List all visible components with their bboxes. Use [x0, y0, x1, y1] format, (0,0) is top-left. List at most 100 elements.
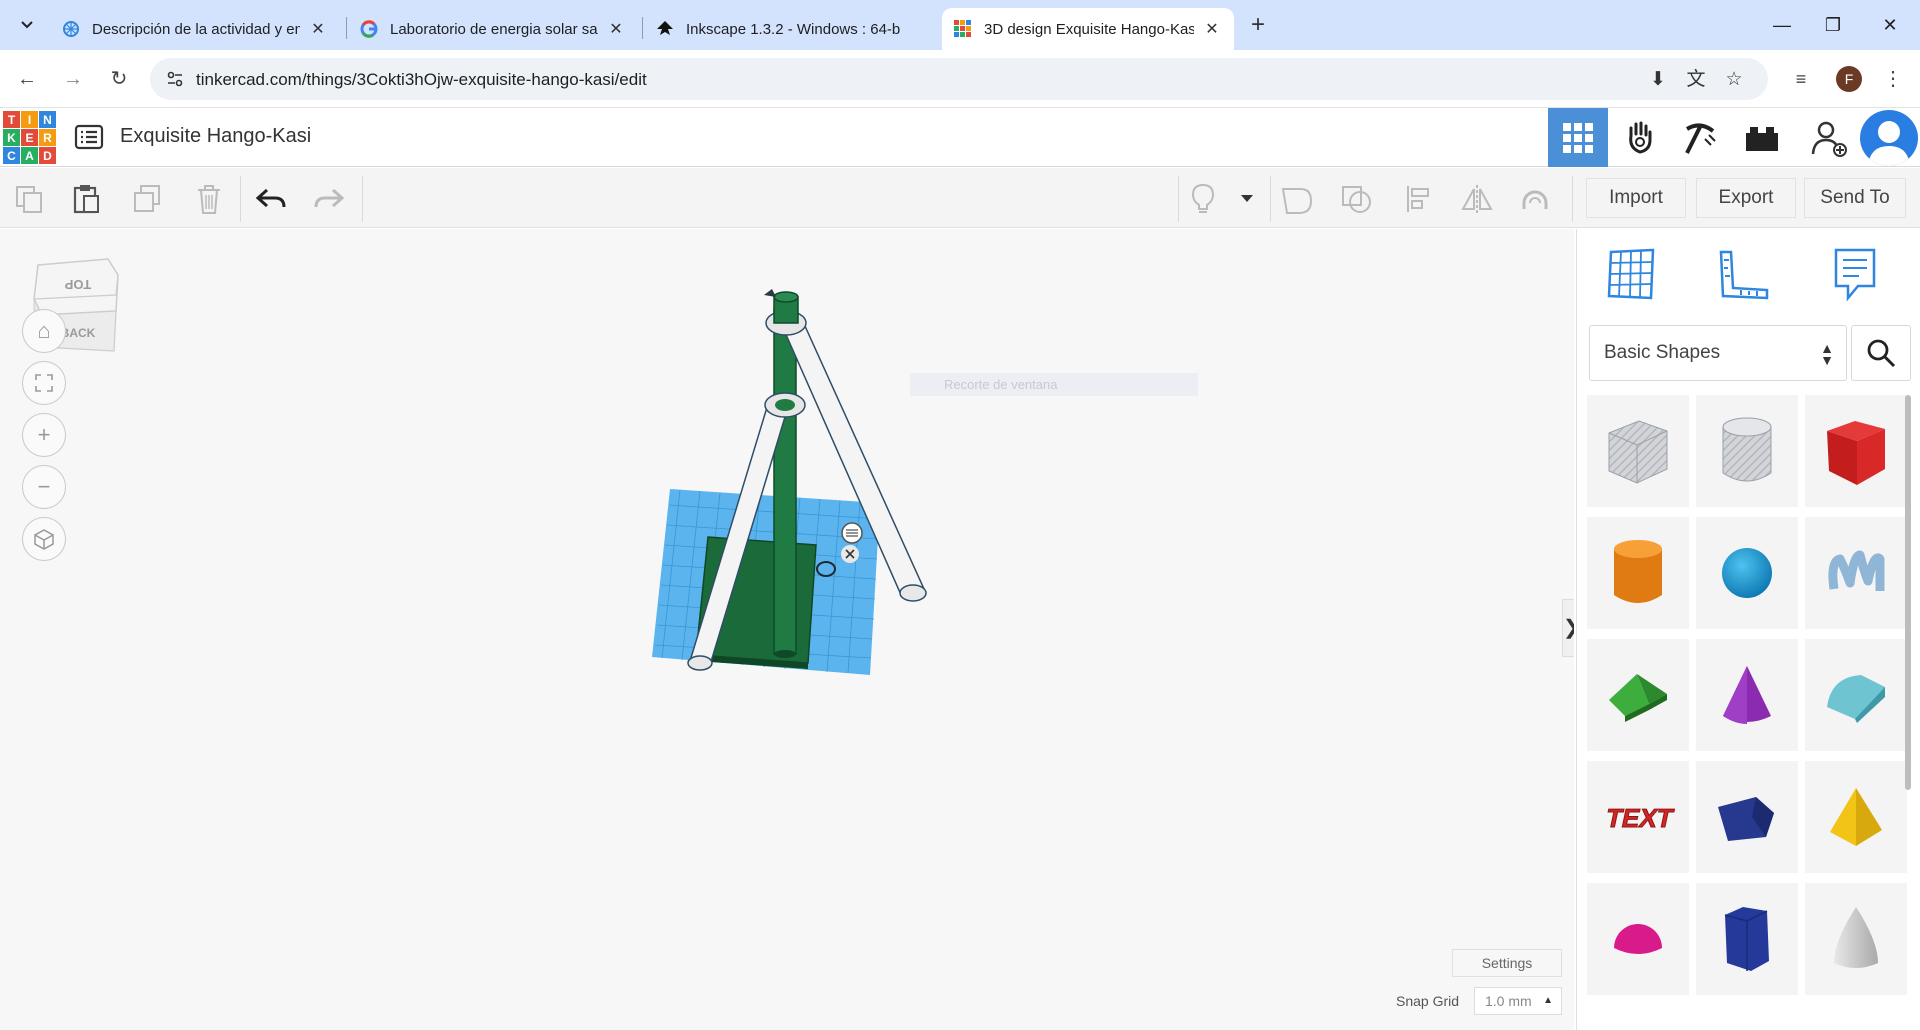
shape-wedge[interactable]: [1696, 761, 1798, 873]
design-title[interactable]: Exquisite Hango-Kasi: [120, 125, 311, 148]
snap-grid-value: 1.0 mm: [1485, 993, 1532, 1009]
back-arrow-icon[interactable]: ←: [12, 64, 42, 94]
3d-workplane[interactable]: TOP BACK ⌂ + − Recorte de ventana Settin…: [0, 229, 1574, 1030]
window-close-button[interactable]: ✕: [1870, 10, 1910, 40]
add-user-icon: [1811, 121, 1847, 157]
shape-half-sphere[interactable]: [1587, 883, 1689, 995]
3d-model-scene[interactable]: [640, 289, 960, 749]
tab-close-icon[interactable]: ✕: [308, 19, 328, 39]
add-user-button[interactable]: [1800, 108, 1860, 167]
translate-icon[interactable]: 文: [1684, 68, 1708, 92]
zoom-in-icon[interactable]: +: [22, 413, 66, 457]
group-icon[interactable]: [1280, 182, 1314, 216]
toolbar-divider: [1270, 176, 1271, 222]
browser-tab-3[interactable]: Inkscape 1.3.2 - Windows : 64-b: [644, 8, 934, 50]
settings-button[interactable]: Settings: [1452, 949, 1562, 977]
zoom-out-icon[interactable]: −: [22, 465, 66, 509]
caret-up-icon: ▲: [1543, 995, 1553, 1006]
cruise-magnet-icon[interactable]: [1518, 182, 1552, 216]
notes-tool-icon[interactable]: [1825, 243, 1885, 305]
shape-cylinder-hole[interactable]: [1696, 395, 1798, 507]
shape-search-button[interactable]: [1851, 325, 1911, 381]
chevron-down-icon[interactable]: [1230, 182, 1264, 216]
export-button[interactable]: Export: [1696, 178, 1796, 218]
ruler-tool-icon[interactable]: [1713, 243, 1773, 305]
new-tab-button[interactable]: +: [1243, 12, 1273, 40]
user-avatar[interactable]: [1860, 110, 1918, 166]
workplane-tool-icon[interactable]: [1601, 243, 1661, 305]
reload-icon[interactable]: ↻: [104, 64, 134, 94]
panel-collapse-chevron-icon[interactable]: ❯: [1562, 599, 1574, 657]
logo-letter: A: [21, 147, 38, 164]
grid-icon: [1563, 122, 1593, 153]
panel-scrollbar[interactable]: [1905, 395, 1911, 790]
shape-text[interactable]: TEXT: [1587, 761, 1689, 873]
shape-pyramid[interactable]: [1805, 761, 1907, 873]
send-to-button[interactable]: Send To: [1804, 178, 1906, 218]
toolbar-divider: [362, 176, 363, 222]
3d-design-view-button[interactable]: [1548, 108, 1608, 167]
paste-icon[interactable]: [70, 182, 104, 216]
shape-sphere[interactable]: [1696, 517, 1798, 629]
duplicate-icon[interactable]: [130, 182, 164, 216]
url-text[interactable]: tinkercad.com/things/3Cokti3hOjw-exquisi…: [196, 70, 647, 90]
vertical-pole[interactable]: [773, 308, 797, 655]
bookmark-star-icon[interactable]: ☆: [1722, 68, 1746, 92]
address-bar[interactable]: tinkercad.com/things/3Cokti3hOjw-exquisi…: [150, 58, 1768, 100]
shape-scribble[interactable]: [1805, 517, 1907, 629]
shape-box-hole[interactable]: [1587, 395, 1689, 507]
restore-button[interactable]: ❐: [1813, 10, 1853, 40]
import-button[interactable]: Import: [1586, 178, 1686, 218]
align-icon[interactable]: [1402, 182, 1436, 216]
gear-snowflake-icon: [63, 21, 79, 37]
media-controls-icon[interactable]: ≡: [1786, 64, 1816, 94]
hand-sim-icon: [1629, 121, 1652, 154]
undo-icon[interactable]: [254, 182, 288, 216]
perspective-icon[interactable]: [22, 517, 66, 561]
tinkercad-logo[interactable]: TIN KER CAD: [3, 111, 57, 165]
edit-toolbar: Import Export Send To: [0, 168, 1920, 228]
lego-view-button[interactable]: [1732, 108, 1792, 167]
blocks-view-button[interactable]: [1610, 108, 1670, 167]
shape-cone[interactable]: [1696, 639, 1798, 751]
copy-icon[interactable]: [12, 182, 46, 216]
install-app-icon[interactable]: ⬇: [1646, 68, 1670, 92]
profile-avatar[interactable]: F: [1836, 66, 1862, 92]
mirror-icon[interactable]: [1460, 182, 1494, 216]
logo-letter: E: [21, 129, 38, 146]
tab-close-icon[interactable]: ✕: [1202, 19, 1222, 39]
snap-grid-select[interactable]: 1.0 mm ▲: [1474, 987, 1562, 1015]
bricks-view-button[interactable]: [1670, 108, 1730, 167]
toolbar-divider: [240, 176, 241, 222]
shape-polygon[interactable]: [1696, 883, 1798, 995]
shape-paraboloid[interactable]: [1805, 883, 1907, 995]
tinkercad-icon: [954, 20, 971, 37]
shape-category-select[interactable]: Basic Shapes ▲ ▼: [1589, 325, 1847, 381]
more-menu-icon[interactable]: ⋮: [1878, 64, 1908, 94]
lightbulb-icon[interactable]: [1186, 182, 1220, 216]
forward-arrow-icon[interactable]: →: [58, 64, 88, 94]
tab-title: 3D design Exquisite Hango-Kas: [984, 20, 1194, 38]
site-settings-icon[interactable]: [166, 70, 184, 88]
design-list-icon[interactable]: [74, 122, 104, 152]
redo-icon[interactable]: [312, 182, 346, 216]
ungroup-icon[interactable]: [1340, 182, 1374, 216]
svg-text:TEXT: TEXT: [1603, 803, 1675, 833]
minimize-button[interactable]: —: [1762, 10, 1802, 40]
tab-search-button[interactable]: [12, 10, 42, 40]
browser-tab-1[interactable]: Descripción de la actividad y en ✕: [50, 8, 340, 50]
shape-cylinder[interactable]: [1587, 517, 1689, 629]
delete-trash-icon[interactable]: [192, 182, 226, 216]
shape-box[interactable]: [1805, 395, 1907, 507]
browser-tab-4-active[interactable]: 3D design Exquisite Hango-Kas ✕: [942, 8, 1234, 50]
browser-tab-2[interactable]: Laboratorio de energia solar sa ✕: [348, 8, 638, 50]
shape-round-roof[interactable]: [1805, 639, 1907, 751]
shape-roof[interactable]: [1587, 639, 1689, 751]
chevron-down-icon: [21, 21, 33, 29]
home-view-icon[interactable]: ⌂: [22, 309, 66, 353]
toolbar-divider: [1572, 176, 1573, 222]
fit-view-icon[interactable]: [22, 361, 66, 405]
tab-close-icon[interactable]: ✕: [606, 19, 626, 39]
shapes-panel: Basic Shapes ▲ ▼ TEXT: [1576, 229, 1920, 1030]
tab-divider: [642, 17, 643, 39]
